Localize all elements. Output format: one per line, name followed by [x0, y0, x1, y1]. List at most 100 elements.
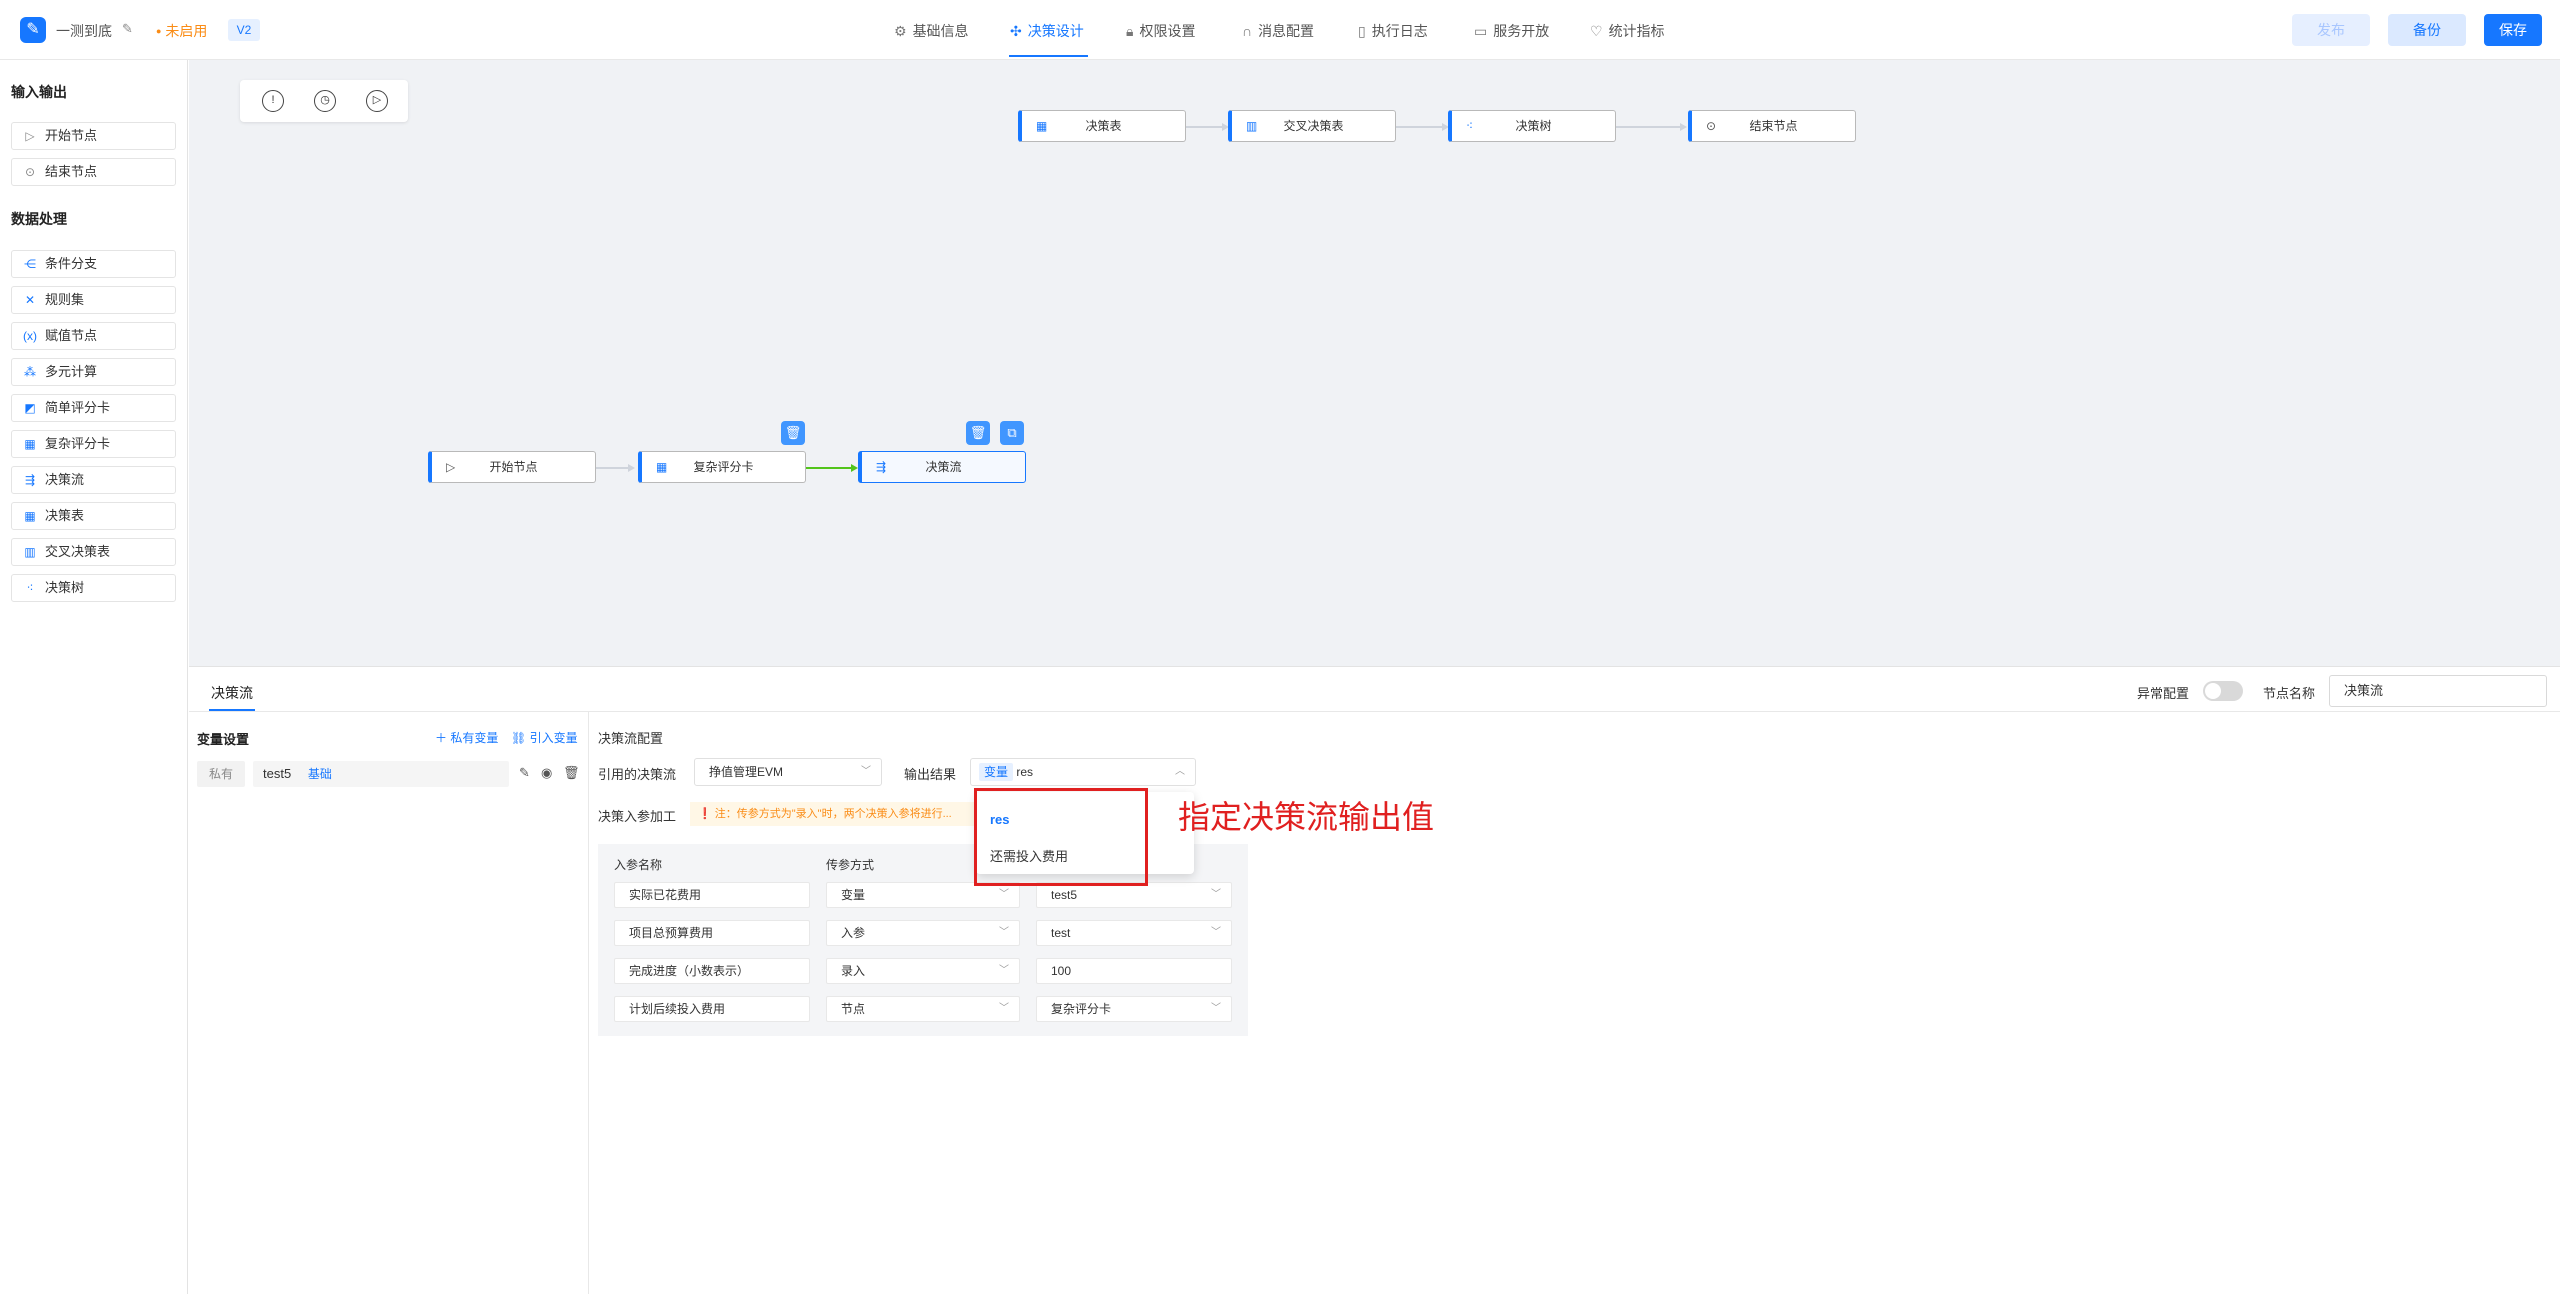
palette-item-start-node[interactable]: ▷ 开始节点: [11, 122, 176, 150]
link-label: 引入变量: [529, 731, 578, 745]
status-badge: ● 未启用: [156, 23, 208, 39]
delete-icon[interactable]: 🗑︎: [781, 421, 805, 445]
node-name-input[interactable]: 决策流: [2329, 675, 2547, 707]
node-label: 复杂评分卡: [693, 460, 754, 474]
edit-icon[interactable]: ✎: [122, 21, 133, 37]
param-value-select[interactable]: test ﹀: [1036, 920, 1232, 946]
edit-icon[interactable]: ✎: [519, 765, 530, 781]
variable-icon: (x): [23, 329, 37, 343]
flow-edge: [596, 467, 632, 469]
chevron-down-icon: ﹀: [999, 889, 1009, 900]
info-icon[interactable]: !: [262, 90, 284, 112]
flow-canvas[interactable]: [189, 60, 2560, 666]
output-result-select[interactable]: 变量 res ︿: [970, 758, 1196, 786]
save-button[interactable]: 保存: [2484, 14, 2542, 46]
node-config-panel: 决策流 异常配置 节点名称 决策流 变量设置 ＋ 私有变量 ⛓ 引入变量 私有 …: [189, 666, 2560, 1294]
eye-icon[interactable]: ◉: [541, 765, 552, 781]
param-value-select[interactable]: 复杂评分卡 ﹀: [1036, 996, 1232, 1022]
palette-label: 结束节点: [45, 164, 98, 179]
highlight-box: [974, 788, 1148, 886]
tab-service-open[interactable]: ▭ 服务开放: [1474, 21, 1549, 41]
annotation-text: 指定决策流输出值: [1178, 799, 1435, 835]
publish-button[interactable]: 发布: [2292, 14, 2370, 46]
select-value: 节点: [841, 1002, 866, 1016]
table-header-param-name: 入参名称: [614, 858, 663, 872]
tab-label: 消息配置: [1258, 23, 1315, 39]
select-value: 变量: [841, 888, 866, 902]
delete-icon[interactable]: 🗑︎: [563, 765, 580, 781]
tab-permissions[interactable]: 🔒︎ 权限设置: [1126, 21, 1195, 41]
flow-node-decision-tree[interactable]: ⁖ 决策树: [1448, 110, 1616, 142]
tab-execution-log[interactable]: ▯ 执行日志: [1358, 21, 1428, 41]
palette-label: 规则集: [45, 292, 85, 307]
gear-icon: ⚙: [894, 23, 907, 39]
copy-icon[interactable]: ⧉: [1000, 421, 1024, 445]
param-name-cell: 项目总预算费用: [614, 920, 810, 946]
palette-item-assign-node[interactable]: (x) 赋值节点: [11, 322, 176, 350]
add-private-variable-button[interactable]: ＋ 私有变量: [435, 729, 498, 746]
palette-label: 决策树: [45, 580, 85, 595]
flow-node-cross-table[interactable]: ▥ 交叉决策表: [1228, 110, 1396, 142]
flow-icon: ⇶: [876, 460, 887, 474]
decision-flow-config-title: 决策流配置: [598, 731, 664, 746]
palette-item-cross-table[interactable]: ▥ 交叉决策表: [11, 538, 176, 566]
chevron-down-icon: ﹀: [999, 965, 1009, 976]
select-value: 挣值管理EVM: [709, 765, 784, 779]
chart-icon: ♡: [1590, 23, 1603, 39]
palette-label: 简单评分卡: [45, 400, 111, 415]
flow-node-complex-scorecard[interactable]: ▦ 复杂评分卡: [638, 451, 806, 483]
delete-icon[interactable]: 🗑︎: [966, 421, 990, 445]
stop-circle-icon: ⊙: [24, 165, 36, 179]
variable-type-tag: 基础: [307, 767, 332, 781]
palette-item-decision-flow[interactable]: ⇶ 决策流: [11, 466, 176, 494]
link-label: 私有变量: [450, 731, 499, 745]
tab-statistics[interactable]: ♡ 统计指标: [1590, 21, 1665, 41]
headset-icon: ∩: [1242, 23, 1253, 39]
palette-item-complex-scorecard[interactable]: ▦ 复杂评分卡: [11, 430, 176, 458]
import-variable-button[interactable]: ⛓ 引入变量: [511, 729, 578, 746]
ref-flow-select[interactable]: 挣值管理EVM ﹀: [694, 758, 882, 786]
flow-node-end[interactable]: ⊙ 结束节点: [1688, 110, 1856, 142]
tab-message-config[interactable]: ∩ 消息配置: [1242, 21, 1314, 41]
palette-item-end-node[interactable]: ⊙ 结束节点: [11, 158, 176, 186]
scorecard-icon: ◩: [24, 401, 36, 415]
pass-mode-select[interactable]: 录入 ﹀: [826, 958, 1020, 984]
palette-item-multi-calc[interactable]: ⁂ 多元计算: [11, 358, 176, 386]
book-icon: ▭: [1474, 23, 1488, 39]
cross-table-icon: ▥: [1246, 119, 1258, 133]
variable-scope-badge: 私有: [197, 761, 245, 787]
calculator-icon: ⁂: [24, 365, 36, 379]
exception-config-toggle[interactable]: [2203, 681, 2243, 701]
table-header-pass-mode: 传参方式: [826, 858, 875, 872]
pass-mode-select[interactable]: 节点 ﹀: [826, 996, 1020, 1022]
select-value: 入参: [841, 926, 866, 940]
flow-node-decision-flow-selected[interactable]: ⇶ 决策流: [858, 451, 1026, 483]
clock-icon[interactable]: ◷: [314, 90, 336, 112]
select-value: 复杂评分卡: [1051, 1002, 1112, 1016]
palette-item-condition-branch[interactable]: ⋲ 条件分支: [11, 250, 176, 278]
variable-row[interactable]: test5 基础: [253, 761, 509, 787]
tab-basic-info[interactable]: ⚙ 基础信息: [894, 21, 969, 41]
warning-icon: ❗: [698, 808, 712, 820]
palette-label: 多元计算: [45, 364, 98, 379]
palette-item-rule-set[interactable]: ✕ 规则集: [11, 286, 176, 314]
param-value-input[interactable]: 100: [1036, 958, 1232, 984]
panel-tab-decision-flow[interactable]: 决策流: [211, 683, 253, 703]
chevron-down-icon: ﹀: [1211, 927, 1221, 938]
palette-item-decision-table[interactable]: ▦ 决策表: [11, 502, 176, 530]
panel-divider: [189, 711, 2560, 712]
palette-item-simple-scorecard[interactable]: ◩ 简单评分卡: [11, 394, 176, 422]
run-icon[interactable]: ▷: [366, 90, 388, 112]
ruleset-icon: ✕: [24, 293, 36, 307]
flow-node-decision-table[interactable]: ▦ 决策表: [1018, 110, 1186, 142]
complex-scorecard-icon: ▦: [24, 437, 36, 451]
flow-node-start[interactable]: ▷ 开始节点: [428, 451, 596, 483]
variable-name: test5: [263, 766, 292, 781]
tab-decision-design[interactable]: ✣ 决策设计: [1010, 21, 1084, 41]
param-name-cell: 计划后续投入费用: [614, 996, 810, 1022]
panel-column-divider: [588, 712, 589, 1294]
pass-mode-select[interactable]: 入参 ﹀: [826, 920, 1020, 946]
palette-item-decision-tree[interactable]: ⁖ 决策树: [11, 574, 176, 602]
backup-button[interactable]: 备份: [2388, 14, 2466, 46]
node-label: 决策表: [1085, 119, 1122, 133]
